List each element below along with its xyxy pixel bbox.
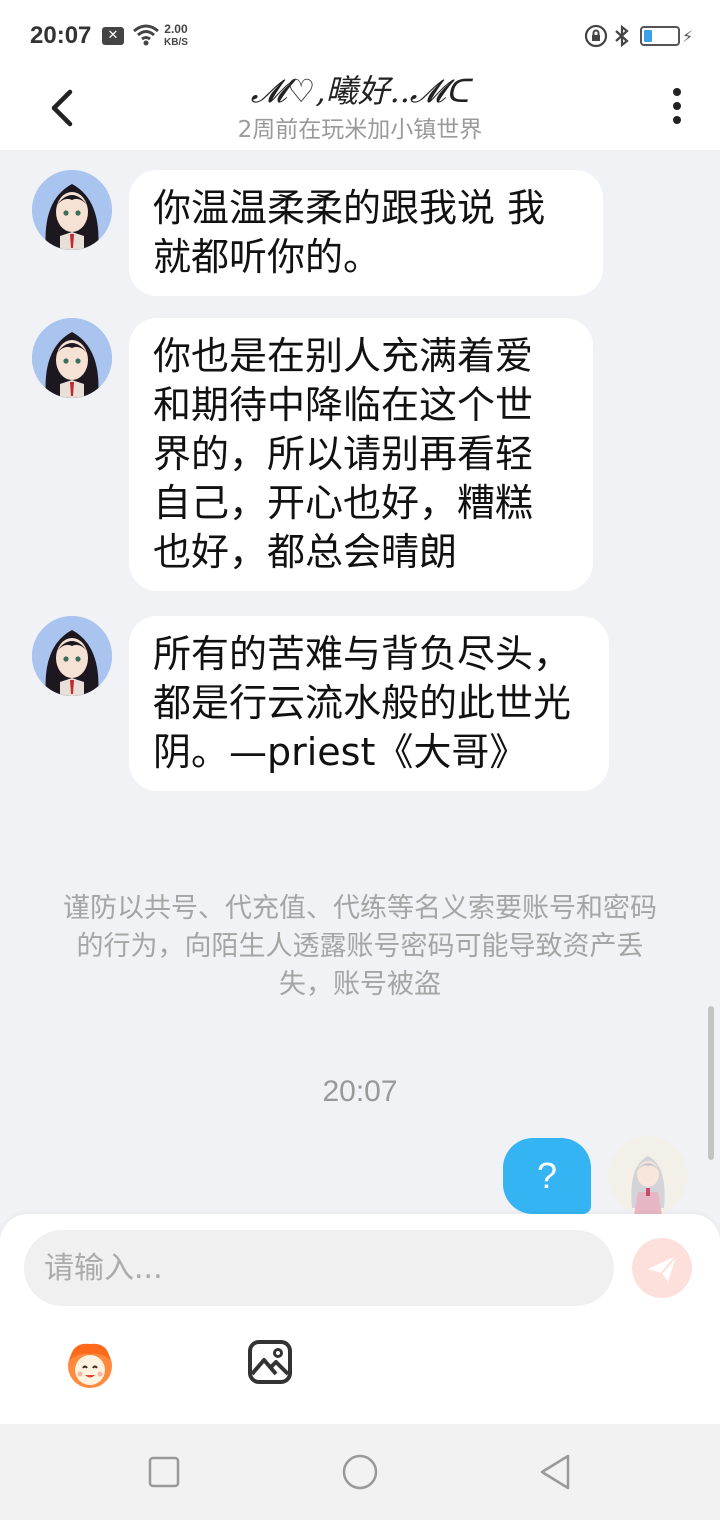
security-notice: 谨防以共号、代充值、代练等名义索要账号和密码的行为，向陌生人透露账号密码可能导致… [63, 893, 657, 1000]
more-dot-icon [673, 88, 681, 96]
more-dot-icon [673, 102, 681, 110]
recent-apps-button[interactable] [144, 1452, 184, 1492]
home-button[interactable] [340, 1452, 380, 1492]
contact-avatar[interactable] [32, 318, 112, 398]
contact-avatar[interactable] [32, 170, 112, 250]
my-message-bubble[interactable]: ? [503, 1138, 591, 1214]
my-message-text: ? [536, 1155, 558, 1196]
message-bubble[interactable]: 你也是在别人充满着爱和期待中降临在这个世界的，所以请别再看轻自己，开心也好，糟糕… [129, 318, 593, 591]
message-bubble[interactable]: 所有的苦难与背负尽头，都是行云流水般的此世光阴。—priest《大哥》 [129, 616, 609, 791]
chat-messages[interactable]: 你温温柔柔的跟我说 我就都听你的。 你也是在别人充满着爱和期待中降临在这个世界的… [0, 150, 720, 1214]
send-plane-icon [648, 1255, 677, 1282]
rotation-lock-icon [584, 24, 608, 48]
message-text: 所有的苦难与背负尽头，都是行云流水般的此世光阴。—priest《大哥》 [153, 632, 572, 774]
anime-girl-avatar-icon [32, 318, 112, 398]
input-panel [0, 1214, 720, 1424]
more-options-button[interactable] [660, 82, 694, 132]
network-speed-unit: KB/S [164, 37, 188, 48]
message-bubble[interactable]: 你温温柔柔的跟我说 我就都听你的。 [129, 170, 603, 296]
bluetooth-icon [615, 24, 629, 48]
my-avatar[interactable] [608, 1136, 688, 1214]
wifi-icon [133, 24, 159, 46]
message-text: 你温温柔柔的跟我说 我就都听你的。 [153, 186, 546, 279]
more-dot-icon [673, 116, 681, 124]
notification-icon: ✕ [102, 27, 124, 45]
status-bar: 20:07 ✕ 2.00 KB/S ⚡ [0, 0, 720, 72]
message-input[interactable] [24, 1230, 614, 1306]
network-speed: 2.00 KB/S [164, 23, 188, 49]
system-navigation-bar [0, 1424, 720, 1520]
send-button[interactable] [632, 1238, 692, 1298]
status-time: 20:07 [30, 22, 92, 49]
battery-icon [640, 26, 680, 46]
back-nav-button[interactable] [536, 1452, 576, 1492]
contact-avatar[interactable] [32, 616, 112, 696]
message-timestamp: 20:07 [322, 1075, 398, 1108]
anime-girl-avatar-icon [32, 616, 112, 696]
contact-status: 2周前在玩米加小镇世界 [237, 117, 483, 143]
back-button[interactable] [36, 80, 92, 136]
image-picker-button[interactable] [246, 1338, 294, 1386]
emoji-sticker-button[interactable] [58, 1338, 122, 1390]
anime-girl-avatar-icon [32, 170, 112, 250]
charging-icon: ⚡ [682, 27, 694, 46]
network-speed-value: 2.00 [164, 22, 188, 36]
chat-scrollbar[interactable] [708, 1006, 714, 1160]
message-text: 你也是在别人充满着爱和期待中降临在这个世界的，所以请别再看轻自己，开心也好，糟糕… [153, 334, 534, 574]
silver-hair-girl-avatar-icon [608, 1136, 688, 1214]
chat-header: 𝓜♡,曦好..𝓜ᑕ 2周前在玩米加小镇世界 [0, 72, 720, 150]
contact-name[interactable]: 𝓜♡,曦好..𝓜ᑕ [150, 66, 570, 112]
